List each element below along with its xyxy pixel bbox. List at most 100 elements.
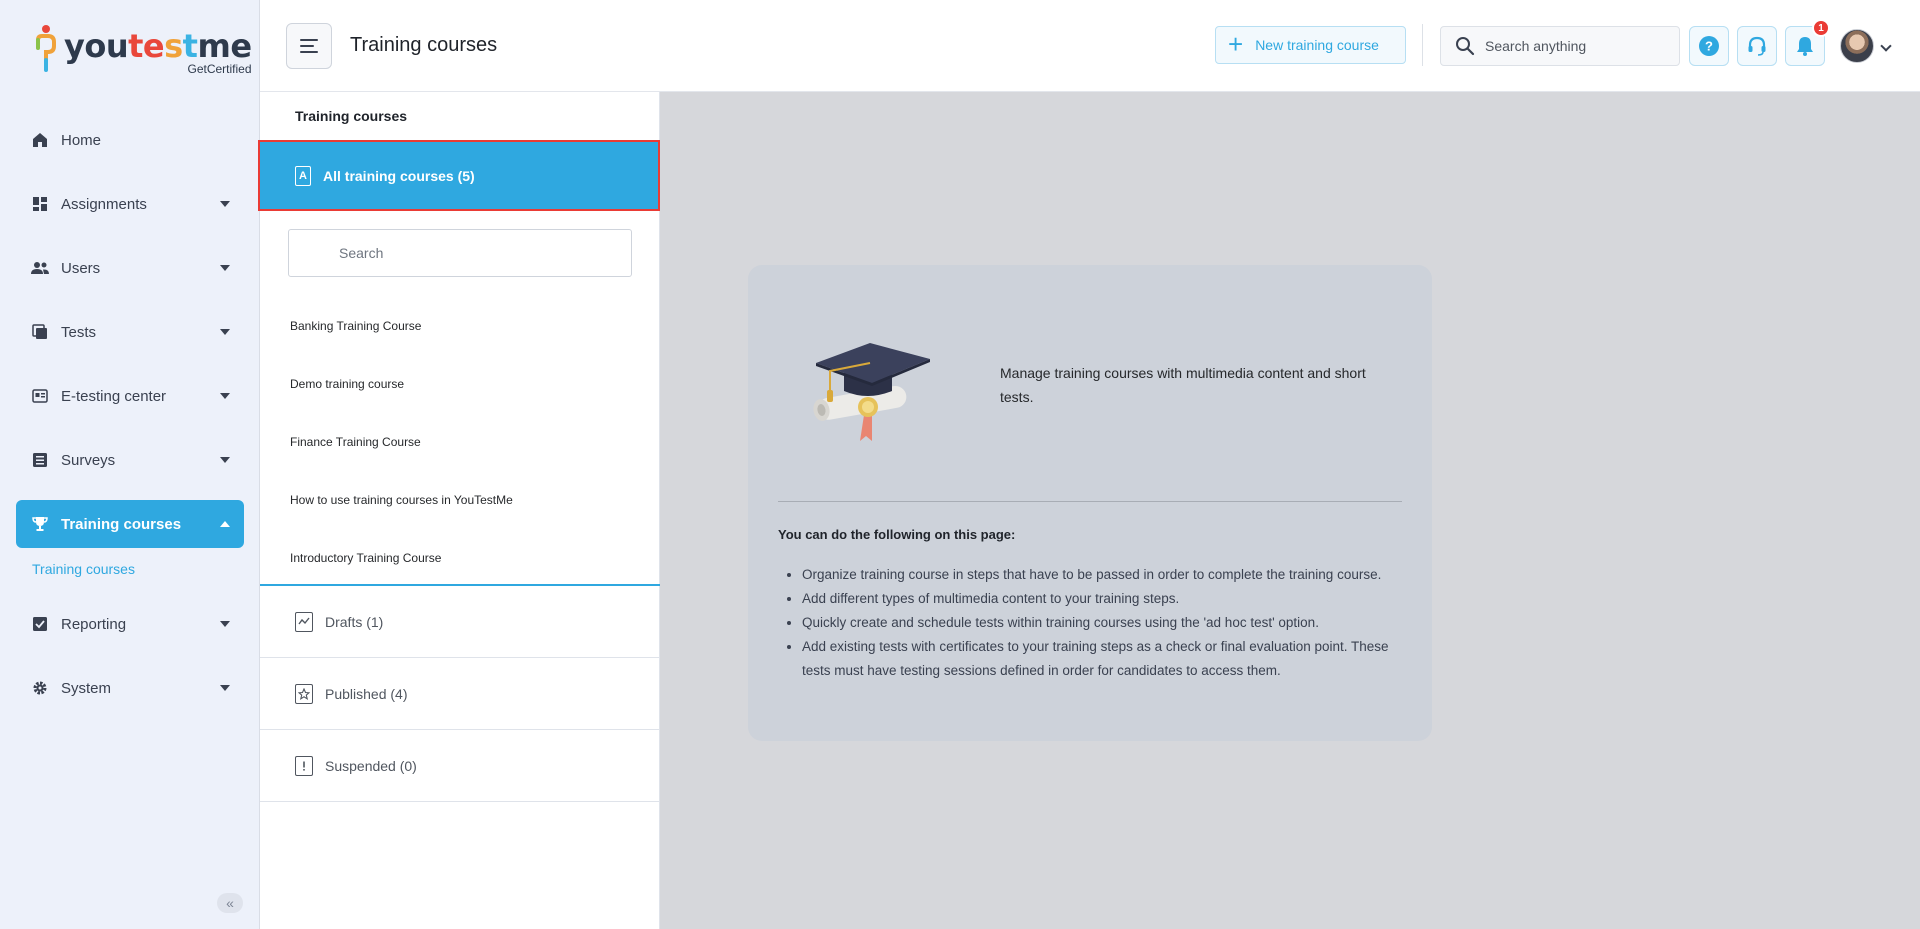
card-divider	[778, 501, 1402, 502]
sidebar-item-reporting[interactable]: Reporting	[16, 600, 244, 648]
sidebar-item-system[interactable]: System	[16, 664, 244, 712]
tests-icon	[31, 323, 49, 341]
bell-icon	[1797, 37, 1813, 56]
sidebar-item-label: Tests	[61, 323, 97, 341]
main-content: Manage training courses with multimedia …	[660, 92, 1920, 929]
hamburger-icon	[300, 51, 318, 53]
card-subtitle: You can do the following on this page:	[778, 527, 1016, 542]
status-label: Drafts (1)	[325, 613, 384, 630]
chevron-down-icon	[220, 265, 230, 271]
hamburger-icon	[300, 39, 318, 41]
sidebar-subitem-training-courses[interactable]: Training courses	[16, 552, 244, 586]
users-icon	[31, 259, 49, 277]
published-icon	[295, 683, 313, 704]
dashboard-icon	[31, 195, 49, 213]
sidebar-item-assignments[interactable]: Assignments	[16, 180, 244, 228]
sidebar-nav: Home Assignments Users Tests E-testing c…	[16, 116, 244, 728]
list-item[interactable]: Banking Training Course	[290, 297, 630, 355]
sidebar-item-training-courses[interactable]: Training courses	[16, 500, 244, 548]
panel-title: Training courses	[295, 108, 408, 124]
support-button[interactable]	[1737, 26, 1777, 66]
status-item-published[interactable]: Published (4)	[260, 658, 660, 730]
sidebar-item-label: Surveys	[61, 451, 116, 469]
new-training-course-button[interactable]: + New training course	[1215, 26, 1406, 64]
headset-icon	[1748, 36, 1766, 56]
card-description: Manage training courses with multimedia …	[1000, 365, 1366, 405]
sidebar-item-tests[interactable]: Tests	[16, 308, 244, 356]
chevron-down-icon	[220, 201, 230, 207]
bullet-item: Add different types of multimedia conten…	[802, 587, 1412, 611]
chevron-down-icon	[220, 393, 230, 399]
search-icon	[1455, 36, 1475, 56]
chevron-down-icon	[220, 685, 230, 691]
logo-subtitle: GetCertified	[187, 62, 252, 76]
status-label: Suspended (0)	[325, 757, 417, 774]
suspended-icon	[295, 755, 313, 776]
course-search-placeholder: Search	[339, 245, 384, 261]
sidebar-item-label: System	[61, 679, 112, 697]
page-title: Training courses	[350, 34, 498, 56]
help-icon: ?	[1699, 36, 1719, 56]
sidebar-item-label: Home	[61, 131, 102, 149]
chevron-up-icon	[220, 521, 230, 527]
logo[interactable]: youtestme GetCertified	[34, 24, 252, 76]
new-training-course-label: New training course	[1255, 37, 1379, 53]
chevron-down-icon	[220, 457, 230, 463]
all-training-courses-label: All training courses (5)	[323, 167, 475, 184]
help-button[interactable]: ?	[1689, 26, 1729, 66]
status-item-drafts[interactable]: Drafts (1)	[260, 586, 660, 658]
training-courses-panel: Training courses A All training courses …	[258, 92, 660, 929]
course-list: Banking Training Course Demo training co…	[290, 297, 630, 587]
notification-badge: 1	[1812, 19, 1830, 37]
drafts-icon	[295, 611, 313, 632]
sidebar-item-label: Assignments	[61, 195, 147, 213]
hamburger-icon	[300, 45, 314, 47]
course-search-input[interactable]: Search	[288, 229, 632, 277]
bullet-item: Organize training course in steps that h…	[802, 563, 1412, 587]
trophy-icon	[31, 515, 49, 533]
bullet-item: Quickly create and schedule tests within…	[802, 611, 1412, 635]
svg-text:?: ?	[1705, 39, 1713, 54]
menu-toggle-button[interactable]	[286, 23, 332, 69]
top-header: Training courses + New training course S…	[260, 0, 1920, 92]
sidebar-item-surveys[interactable]: Surveys	[16, 436, 244, 484]
sidebar-item-e-testing-center[interactable]: E-testing center	[16, 372, 244, 420]
chevron-down-icon	[220, 621, 230, 627]
all-training-courses-item[interactable]: A All training courses (5)	[258, 140, 660, 211]
sidebar-item-label: Training courses	[61, 515, 182, 533]
sidebar-item-label: E-testing center	[61, 387, 167, 405]
reporting-icon	[31, 615, 49, 633]
notifications-button[interactable]: 1	[1785, 19, 1830, 66]
bullet-item: Add existing tests with certificates to …	[802, 635, 1412, 683]
status-label: Published (4)	[325, 685, 408, 702]
list-item[interactable]: How to use training courses in YouTestMe	[290, 471, 630, 529]
gear-icon	[31, 679, 49, 697]
sidebar-item-label: Reporting	[61, 615, 127, 633]
global-search-input[interactable]: Search anything	[1440, 26, 1680, 66]
sidebar-item-users[interactable]: Users	[16, 244, 244, 292]
info-card: Manage training courses with multimedia …	[748, 265, 1432, 741]
sidebar: youtestme GetCertified Home Assignments …	[0, 0, 260, 929]
surveys-icon	[31, 451, 49, 469]
avatar[interactable]	[1840, 29, 1874, 63]
global-search-placeholder: Search anything	[1485, 38, 1587, 54]
plus-icon: +	[1228, 29, 1244, 59]
chevron-down-icon	[220, 329, 230, 335]
list-item[interactable]: Demo training course	[290, 355, 630, 413]
list-item[interactable]: Finance Training Course	[290, 413, 630, 471]
card-bullet-list: Organize training course in steps that h…	[802, 563, 1412, 683]
logo-mark-icon	[34, 24, 58, 76]
status-item-suspended[interactable]: Suspended (0)	[260, 730, 660, 802]
collapse-sidebar-button[interactable]: «	[217, 893, 243, 913]
testing-center-icon	[31, 387, 49, 405]
list-item[interactable]: Introductory Training Course	[290, 529, 630, 587]
sidebar-item-label: Users	[61, 259, 101, 277]
course-book-icon: A	[295, 165, 311, 186]
home-icon	[31, 131, 49, 149]
chevron-down-icon[interactable]	[1880, 40, 1892, 52]
sidebar-item-home[interactable]: Home	[16, 116, 244, 164]
logo-text: youtestme	[64, 27, 252, 65]
double-chevron-left-icon: «	[226, 895, 234, 911]
graduation-cap-icon	[806, 335, 936, 445]
header-divider	[1422, 24, 1423, 66]
